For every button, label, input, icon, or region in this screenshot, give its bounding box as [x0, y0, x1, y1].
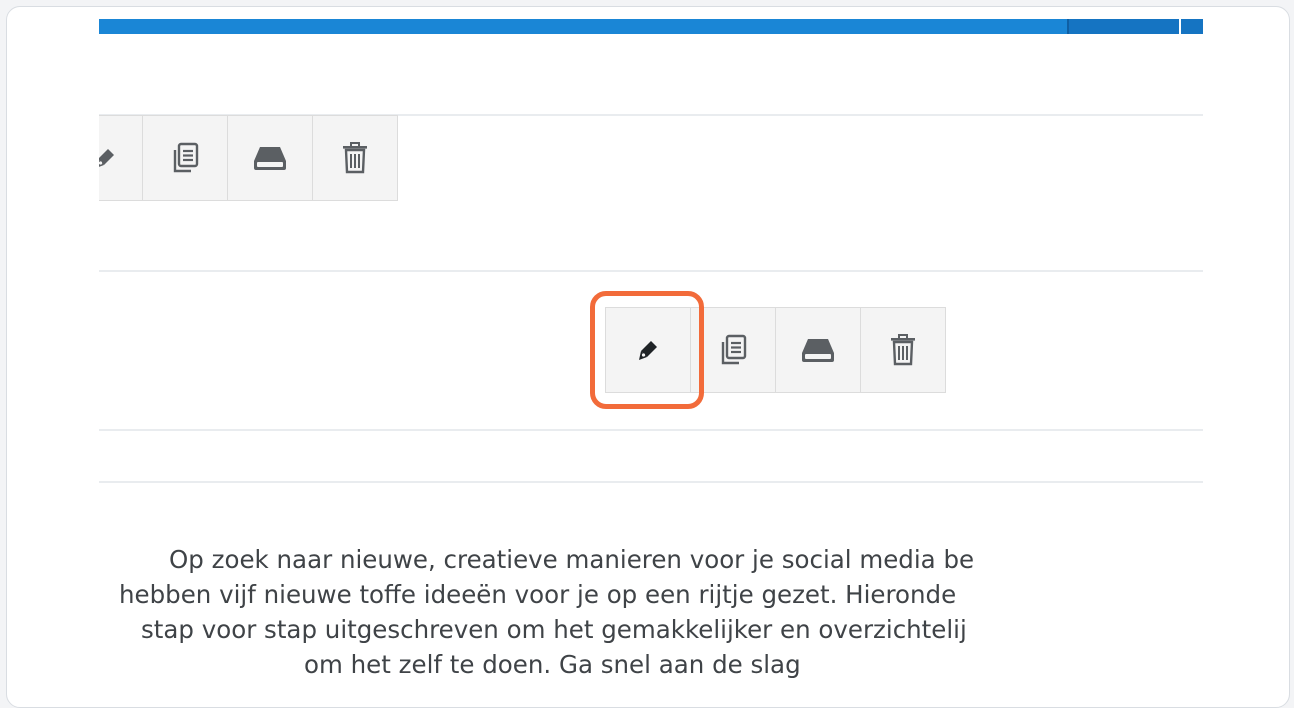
article-intro-text: Op zoek naar nieuwe, creatieve manieren …: [99, 542, 1203, 682]
save-icon: [251, 143, 289, 173]
delete-button[interactable]: [860, 307, 946, 393]
trash-icon: [340, 141, 370, 175]
text-line: Op zoek naar nieuwe, creatieve manieren …: [169, 545, 975, 574]
text-line: hebben vijf nieuwe toffe ideeën voor je …: [119, 580, 957, 609]
trash-icon: [888, 333, 918, 367]
delete-button[interactable]: [312, 115, 398, 201]
edit-button[interactable]: [99, 115, 143, 201]
block-toolbar-1: [99, 115, 398, 201]
divider: [99, 481, 1203, 483]
copy-icon: [717, 333, 749, 367]
pen-icon: [633, 335, 663, 365]
block-toolbar-2: [605, 307, 946, 393]
save-button[interactable]: [775, 307, 861, 393]
save-icon: [799, 335, 837, 365]
duplicate-button[interactable]: [690, 307, 776, 393]
divider: [99, 429, 1203, 431]
text-line: stap voor stap uitgeschreven om het gema…: [141, 615, 967, 644]
pen-icon: [99, 143, 120, 173]
duplicate-button[interactable]: [142, 115, 228, 201]
editor-card: Op zoek naar nieuwe, creatieve manieren …: [6, 6, 1290, 708]
text-line: om het zelf te doen. Ga snel aan de slag: [304, 650, 801, 679]
edit-button[interactable]: [605, 307, 691, 393]
editor-content: Op zoek naar nieuwe, creatieve manieren …: [99, 7, 1203, 707]
divider: [99, 270, 1203, 272]
copy-icon: [169, 141, 201, 175]
header-accent-bar: [99, 19, 1203, 34]
save-button[interactable]: [227, 115, 313, 201]
